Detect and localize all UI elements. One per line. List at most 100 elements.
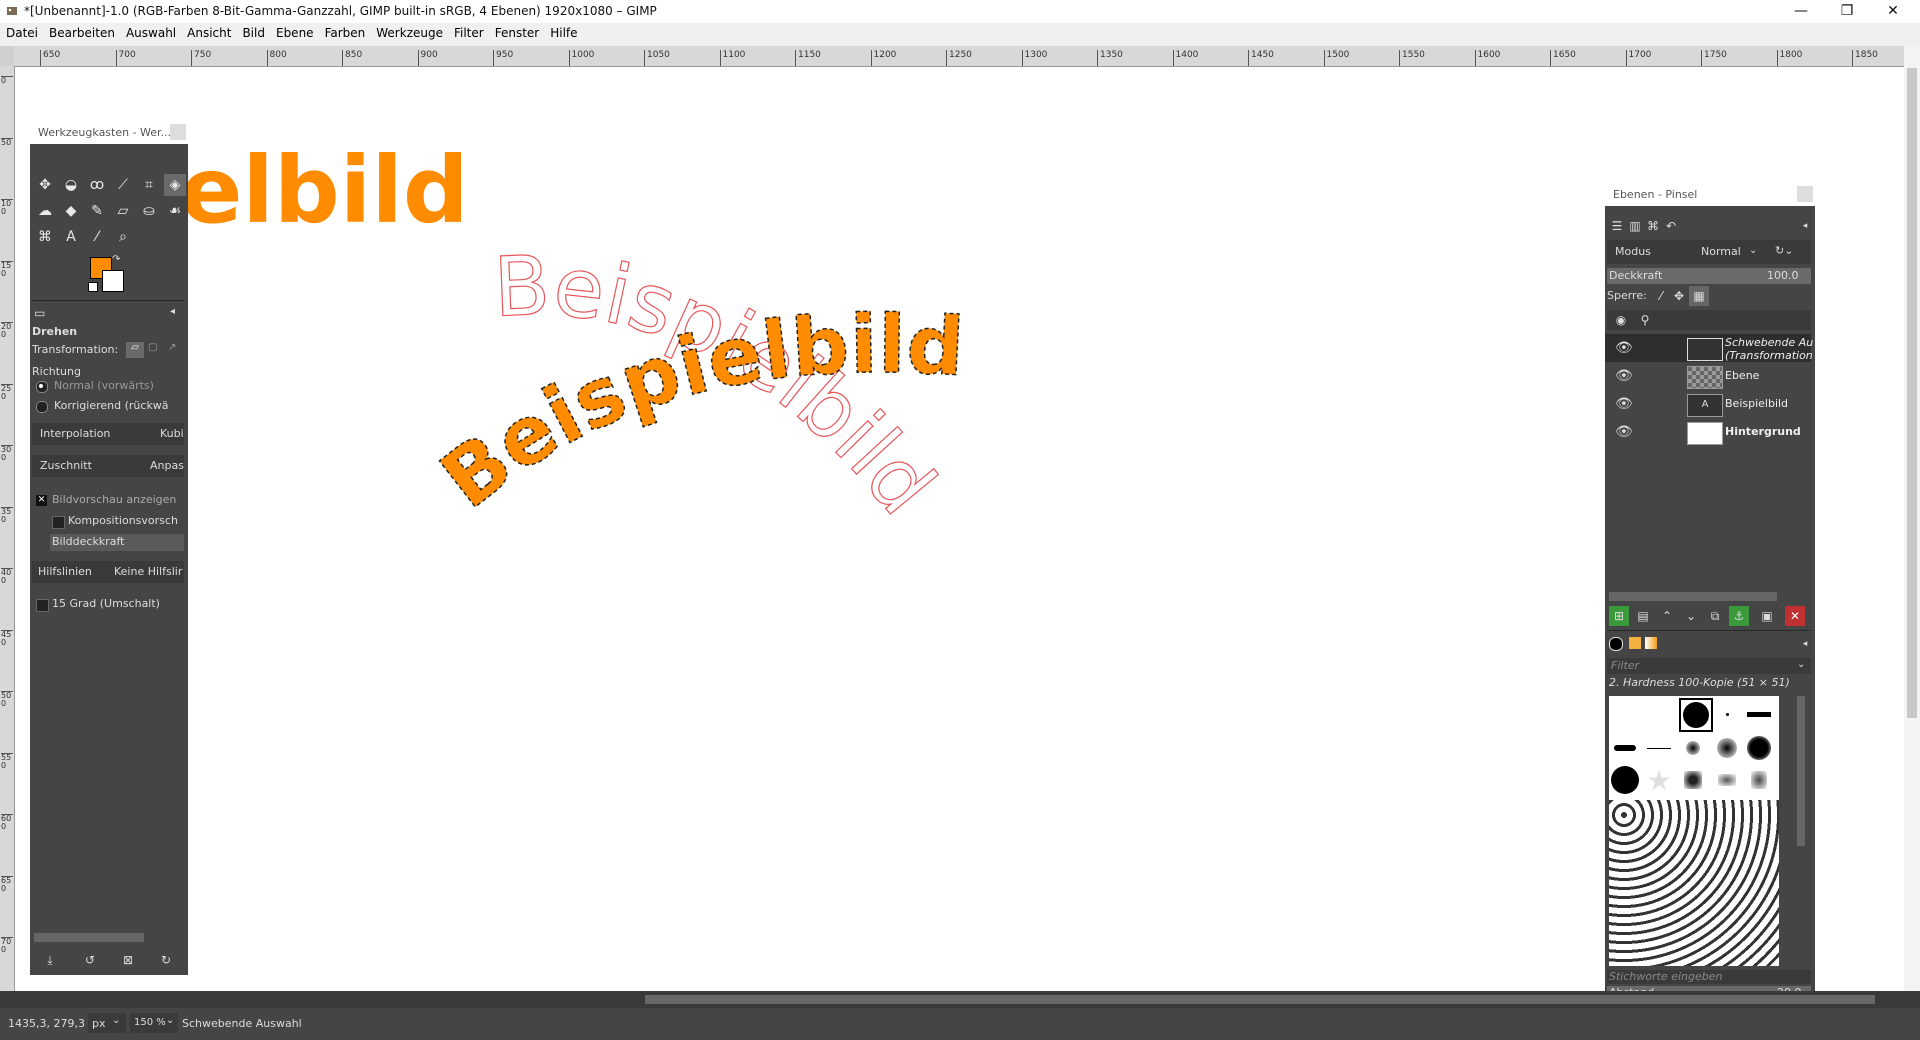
minimize-button[interactable]: — xyxy=(1778,0,1824,23)
vertical-scrollbar[interactable] xyxy=(1904,46,1920,991)
swap-colors-icon[interactable]: ↷ xyxy=(112,254,120,265)
toolbox-scrollbar[interactable] xyxy=(34,933,144,942)
layer-row-beispielbild[interactable]: 👁 A Beispielbild xyxy=(1605,390,1811,418)
menu-datei[interactable]: Datei xyxy=(0,23,43,40)
chevron-down-icon[interactable]: ⌄ xyxy=(1797,659,1805,670)
modus-value[interactable]: Normal xyxy=(1701,241,1741,263)
chevron-down-icon[interactable]: ⌄ xyxy=(112,1015,120,1026)
unified-transform-icon[interactable]: ◈ xyxy=(164,174,186,196)
menu-auswahl[interactable]: Auswahl xyxy=(120,23,181,40)
close-button[interactable]: ✕ xyxy=(1870,0,1916,23)
menu-bild[interactable]: Bild xyxy=(236,23,270,40)
lock-position-icon[interactable]: ✥ xyxy=(1669,286,1689,306)
layers-titlebar[interactable]: Ebenen - Pinsel xyxy=(1605,182,1815,206)
transform-path-icon[interactable]: ↗ xyxy=(168,342,184,358)
background-color-swatch[interactable] xyxy=(102,270,124,292)
star-brush-icon[interactable]: ★ xyxy=(1645,764,1673,797)
menu-bearbeiten[interactable]: Bearbeiten xyxy=(43,23,120,40)
brush-grid[interactable]: ★ xyxy=(1609,696,1779,966)
channels-tab-icon[interactable]: ▥ xyxy=(1625,216,1645,236)
kompositionsvorschau-checkbox[interactable] xyxy=(52,516,65,529)
eraser-icon[interactable]: ▱ xyxy=(112,200,134,222)
pattern-tab-icon[interactable] xyxy=(1629,637,1641,649)
horizontal-scroll-thumb[interactable] xyxy=(645,995,1875,1004)
eye-icon[interactable]: 👁 xyxy=(1615,424,1633,440)
configure-tab-icon[interactable]: ◂ xyxy=(170,306,175,317)
transform-selection-icon[interactable]: ▢ xyxy=(148,342,164,358)
new-layer-icon[interactable]: ⊞ xyxy=(1609,606,1629,626)
menu-ansicht[interactable]: Ansicht xyxy=(181,23,236,40)
smudge-icon[interactable]: ☙ xyxy=(164,200,186,222)
lock-pixels-icon[interactable]: ⁄ xyxy=(1651,286,1671,306)
brush-item[interactable] xyxy=(1713,700,1741,728)
menu-filter[interactable]: Filter xyxy=(448,23,489,40)
menu-fenster[interactable]: Fenster xyxy=(489,23,545,40)
layer-row-hintergrund[interactable]: 👁 Hintergrund xyxy=(1605,418,1811,446)
text-tool-icon[interactable]: A xyxy=(60,226,82,248)
delete-layer-icon[interactable]: ✕ xyxy=(1785,606,1805,626)
brush-item[interactable] xyxy=(1611,734,1639,762)
paintbrush-icon[interactable]: ✎ xyxy=(86,200,108,222)
lock-alpha-icon[interactable]: ▦ xyxy=(1689,286,1709,306)
grad15-checkbox[interactable] xyxy=(36,599,49,612)
configure-tab-icon[interactable]: ◂ xyxy=(1795,216,1815,236)
lasso-icon[interactable]: ꝏ xyxy=(86,174,108,196)
zoom-value[interactable]: 150 % xyxy=(134,1017,166,1028)
brush-scrollbar[interactable] xyxy=(1797,696,1805,846)
lower-layer-icon[interactable]: ⌄ xyxy=(1681,606,1701,626)
transform-layer-icon[interactable]: ▱ xyxy=(126,342,144,358)
horizontal-scrollbar[interactable] xyxy=(0,991,1920,1008)
paths-tab-icon[interactable]: ⌘ xyxy=(1643,216,1663,236)
brush-item[interactable] xyxy=(1745,700,1773,728)
brush-item[interactable] xyxy=(1645,734,1673,762)
hilfslinien-value[interactable]: Keine Hilfslir xyxy=(114,561,182,583)
layers-tab-icon[interactable]: ☰ xyxy=(1607,216,1627,236)
undo-tab-icon[interactable]: ↶ xyxy=(1661,216,1681,236)
zuschnitt-value[interactable]: Anpas xyxy=(150,455,184,477)
vertical-scroll-thumb[interactable] xyxy=(1907,68,1917,718)
raise-layer-icon[interactable]: ⌃ xyxy=(1657,606,1677,626)
eye-icon[interactable]: 👁 xyxy=(1615,368,1633,384)
warp-icon[interactable]: ☁ xyxy=(34,200,56,222)
brush-tab-icon[interactable] xyxy=(1609,637,1623,651)
mask-icon[interactable]: ▣ xyxy=(1757,606,1777,626)
fuzzy-select-icon[interactable]: ⟋ xyxy=(112,174,134,196)
brush-textures[interactable] xyxy=(1609,800,1779,966)
menu-farben[interactable]: Farben xyxy=(319,23,371,40)
anchor-layer-icon[interactable]: ⚓ xyxy=(1729,606,1749,626)
brush-item[interactable] xyxy=(1745,734,1773,762)
chevron-down-icon[interactable]: ⌄ xyxy=(1749,245,1757,256)
bildvorschau-checkbox[interactable]: ✕ xyxy=(36,495,47,506)
restore-options-icon[interactable]: ↺ xyxy=(80,950,100,970)
maximize-button[interactable]: ❐ xyxy=(1824,0,1870,23)
interpolation-value[interactable]: Kubi xyxy=(160,423,184,445)
delete-options-icon[interactable]: ⊠ xyxy=(118,950,138,970)
brush-item[interactable] xyxy=(1611,766,1639,794)
menu-ebene[interactable]: Ebene xyxy=(270,23,319,40)
configure-tab-icon[interactable]: ◂ xyxy=(1795,634,1815,654)
clone-icon[interactable]: ⛀ xyxy=(138,200,160,222)
eye-icon[interactable]: 👁 xyxy=(1615,396,1633,412)
layer-row-floating[interactable]: 👁 Schwebende Au (Transformation xyxy=(1605,334,1813,362)
radio-korrigierend[interactable] xyxy=(36,401,48,413)
ellipse-select-icon[interactable]: ◒ xyxy=(60,174,82,196)
ruler-corner[interactable] xyxy=(0,46,14,66)
layers-scrollbar[interactable] xyxy=(1609,592,1777,601)
vertical-ruler[interactable]: 0 50 100 150 200 250 300 350 400 450 500 550 600 650 7… xyxy=(0,66,15,991)
bucket-fill-icon[interactable]: ◆ xyxy=(60,200,82,222)
move-tool-icon[interactable]: ✥ xyxy=(34,174,56,196)
reset-colors-icon[interactable] xyxy=(88,282,98,292)
crop-icon[interactable]: ⌗ xyxy=(138,174,160,196)
duplicate-layer-icon[interactable]: ⧉ xyxy=(1705,606,1725,626)
color-picker-icon[interactable]: ⁄ xyxy=(86,226,108,248)
paths-icon[interactable]: ⌘ xyxy=(34,226,56,248)
reset-options-icon[interactable]: ↻ xyxy=(156,950,176,970)
brush-selected[interactable] xyxy=(1679,698,1713,732)
chevron-down-icon[interactable]: ⌄ xyxy=(166,1015,174,1026)
layer-row-ebene[interactable]: 👁 Ebene xyxy=(1605,362,1811,390)
menu-hilfe[interactable]: Hilfe xyxy=(544,23,582,40)
brush-item[interactable] xyxy=(1745,766,1773,794)
save-options-icon[interactable]: ⤓ xyxy=(40,950,60,970)
deckkraft-value[interactable]: 100.0 xyxy=(1767,265,1799,287)
composite-mode-icon[interactable]: ↻⌄ xyxy=(1775,244,1793,257)
